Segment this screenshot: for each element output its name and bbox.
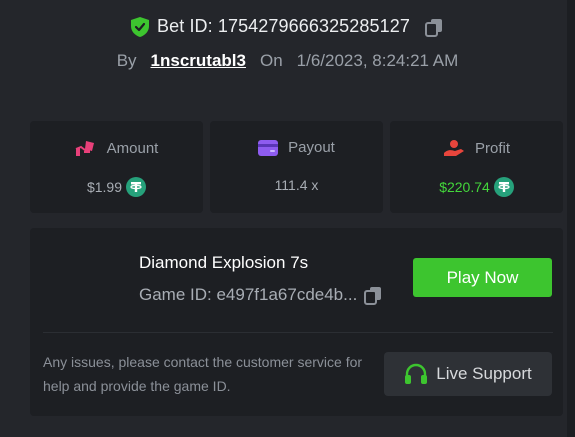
support-notice: Any issues, please contact the customer …: [43, 354, 363, 394]
payout-card: Payout 111.4 x: [210, 121, 383, 213]
by-label: By: [116, 51, 137, 70]
username-link[interactable]: 1nscrutabl3: [151, 51, 246, 71]
live-support-button[interactable]: Live Support: [384, 352, 552, 396]
bet-id-text: Bet ID: 1754279666325285127: [157, 16, 410, 36]
live-support-label: Live Support: [436, 364, 532, 383]
amount-card: Amount $1.99: [30, 121, 203, 213]
verified-shield-icon: [131, 16, 150, 37]
game-panel: Diamond Explosion 7s Game ID: e497f1a67c…: [30, 228, 563, 416]
game-title: Diamond Explosion 7s: [139, 253, 309, 272]
profit-card: Profit $220.74: [390, 121, 563, 213]
payout-value: 111.4 x: [274, 177, 319, 193]
game-id-text: Game ID: e497f1a67cde4b...: [139, 285, 358, 304]
payout-label: Payout: [288, 139, 335, 156]
bet-timestamp: 1/6/2023, 8:24:21 AM: [296, 51, 459, 70]
profit-label: Profit: [474, 139, 510, 157]
copy-bet-id-icon[interactable]: [424, 17, 444, 37]
tether-coin-icon: [126, 177, 147, 197]
divider: [43, 332, 553, 333]
bet-meta-row: By 1nscrutabl3 On 1/6/2023, 8:24:21 AM: [0, 51, 575, 71]
amount-label: Amount: [106, 139, 159, 157]
profit-value: $220.74: [439, 179, 490, 195]
on-label: On: [259, 51, 283, 70]
profit-hand-icon: [443, 140, 464, 156]
play-now-button[interactable]: Play Now: [413, 258, 552, 297]
tether-coin-icon: [493, 177, 514, 197]
amount-hand-icon: [75, 141, 94, 156]
game-id-row: Game ID: e497f1a67cde4b...: [139, 285, 383, 305]
bet-id-row: Bet ID: 1754279666325285127: [0, 16, 575, 37]
copy-game-id-icon[interactable]: [363, 285, 383, 305]
headset-icon: [405, 363, 428, 384]
amount-value: $1.99: [86, 179, 123, 195]
wallet-card-icon: [258, 139, 279, 156]
